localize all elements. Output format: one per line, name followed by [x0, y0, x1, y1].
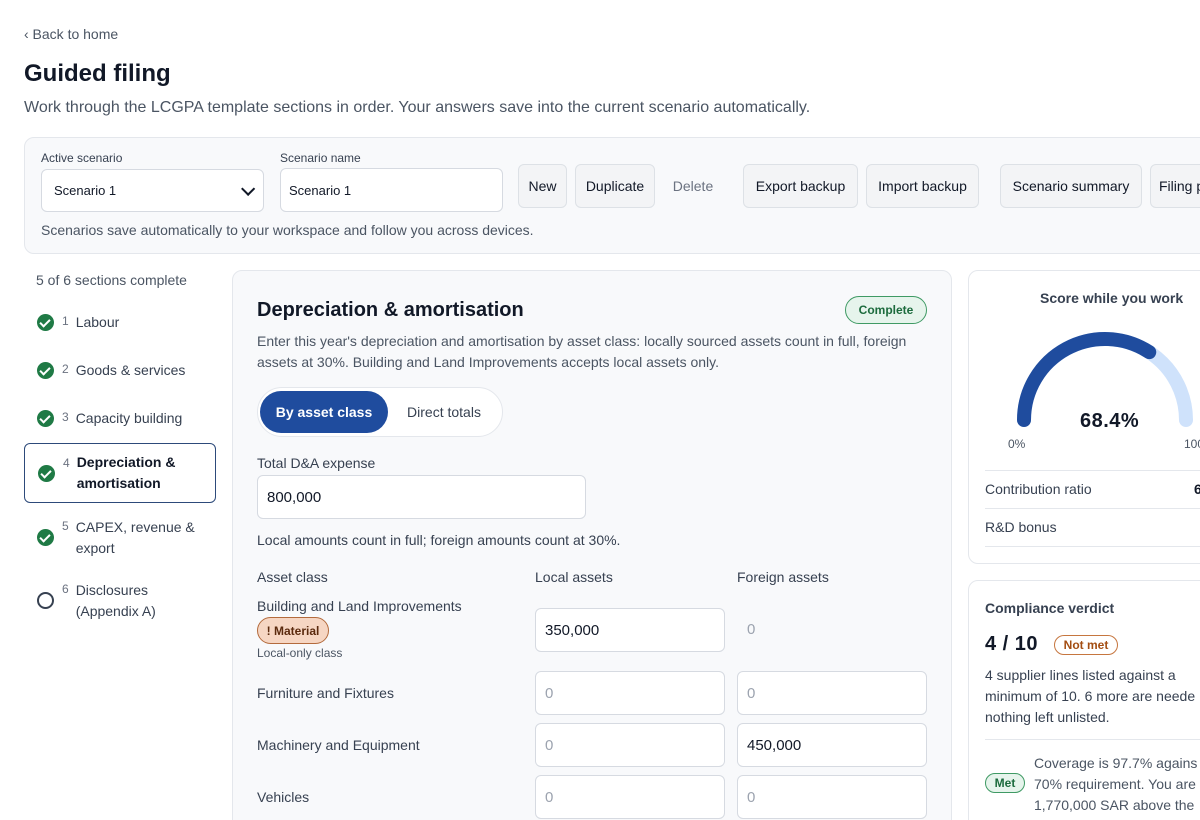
rule-note: Local amounts count in full; foreign amo… [257, 532, 621, 548]
vehicles-local-input[interactable]: 0 [535, 775, 725, 819]
sidebar-item-number: 3 [62, 410, 69, 424]
rd-bonus-label: R&D bonus [985, 519, 1057, 535]
sidebar-item-label: CAPEX, revenue & export [76, 517, 195, 559]
vehicles-foreign-input[interactable]: 0 [737, 775, 927, 819]
divider [985, 546, 1200, 547]
sidebar-item-label-line2: (Appendix A) [75, 603, 156, 619]
section-description: Enter this year's depreciation and amort… [257, 333, 907, 370]
active-scenario-label: Active scenario [41, 151, 123, 165]
sidebar-item-capex[interactable]: 5 CAPEX, revenue & export [24, 517, 216, 559]
mode-direct-totals[interactable]: Direct totals [392, 391, 496, 433]
delete-scenario-button[interactable]: Delete [663, 164, 723, 208]
asset-row-label: Building and Land Improvements [257, 598, 462, 614]
sidebar-item-number: 2 [62, 362, 69, 376]
sections-progress: 5 of 6 sections complete [36, 272, 187, 288]
sidebar-item-label-line2: amortisation [76, 475, 161, 491]
page-subtitle: Work through the LCGPA template sections… [24, 99, 811, 116]
contribution-ratio-label: Contribution ratio [985, 481, 1092, 497]
export-backup-button[interactable]: Export backup [743, 164, 858, 208]
column-foreign-assets: Foreign assets [737, 569, 829, 585]
not-met-badge: Not met [1054, 635, 1118, 655]
sidebar-item-number: 6 [62, 582, 69, 596]
gauge-track [1017, 332, 1193, 427]
check-circle-icon [37, 529, 54, 546]
scenario-autosave-note: Scenarios save automatically to your wor… [41, 222, 534, 238]
divider [985, 470, 1200, 471]
furniture-foreign-input[interactable]: 0 [737, 671, 927, 715]
verdict-text-line: 4 supplier lines listed against a [985, 667, 1176, 683]
filing-pack-button[interactable]: Filing p [1150, 164, 1200, 208]
asset-row-label: Vehicles [257, 789, 310, 805]
machinery-foreign-input[interactable]: 450,000 [737, 723, 927, 767]
building-local-input[interactable]: 350,000 [535, 608, 725, 652]
coverage-text: Coverage is 97.7% agains 70% requirement… [1034, 753, 1200, 816]
check-circle-icon [37, 410, 54, 427]
new-scenario-button[interactable]: New [518, 164, 567, 208]
empty-circle-icon [37, 592, 54, 609]
score-title: Score while you work [1040, 290, 1184, 306]
coverage-text-line: 70% requirement. You are [1034, 776, 1196, 792]
active-scenario-select[interactable]: Scenario 1 [41, 169, 264, 212]
scenario-name-input[interactable]: Scenario 1 [280, 168, 503, 212]
coverage-text-line: 1,770,000 SAR above the [1034, 797, 1195, 813]
status-badge: Complete [845, 296, 927, 324]
check-circle-icon [38, 464, 55, 482]
sidebar-item-label: Goods & services [75, 362, 186, 378]
verdict-title: Compliance verdict [985, 600, 1115, 616]
gauge-max-label: 100 [1184, 437, 1200, 451]
sidebar-item-capacity-building[interactable]: 3 Capacity building [24, 408, 216, 429]
sidebar-item-depreciation[interactable]: 4 Depreciation & amortisation [24, 443, 216, 503]
met-badge: Met [985, 773, 1025, 793]
sidebar-item-label: Labour [75, 314, 120, 330]
total-da-label: Total D&A expense [257, 455, 376, 471]
sidebar-item-label-line1: Depreciation & [76, 454, 176, 470]
section-title: Depreciation & amortisation [257, 299, 524, 321]
check-circle-icon [37, 314, 54, 331]
scenario-summary-button[interactable]: Scenario summary [1000, 164, 1142, 208]
local-only-note: Local-only class [257, 646, 343, 660]
sidebar-item-labour[interactable]: 1 Labour [24, 312, 216, 333]
coverage-text-line: Coverage is 97.7% agains [1034, 755, 1198, 771]
import-backup-button[interactable]: Import backup [866, 164, 979, 208]
gauge-min-label: 0% [1008, 437, 1026, 451]
column-asset-class: Asset class [257, 569, 328, 585]
machinery-local-input[interactable]: 0 [535, 723, 725, 767]
asset-row-label: Furniture and Fixtures [257, 685, 394, 701]
verdict-text: 4 supplier lines listed against a minimu… [985, 665, 1200, 728]
verdict-count: 4 / 10 [985, 633, 1039, 655]
sidebar-item-label: Disclosures (Appendix A) [76, 580, 156, 622]
active-scenario-value: Scenario 1 [54, 183, 117, 198]
total-da-input[interactable]: 800,000 [257, 475, 586, 519]
mode-by-asset-class[interactable]: By asset class [260, 391, 388, 433]
sidebar-item-label: Capacity building [75, 410, 183, 426]
building-foreign-value: 0 [747, 621, 756, 638]
verdict-text-line: nothing left unlisted. [985, 709, 1110, 725]
sidebar-item-goods-services[interactable]: 2 Goods & services [24, 360, 216, 381]
page-title: Guided filing [24, 60, 171, 87]
score-value: 68.4% [1080, 410, 1140, 432]
sidebar-item-disclosures[interactable]: 6 Disclosures (Appendix A) [24, 580, 216, 622]
furniture-local-input[interactable]: 0 [535, 671, 725, 715]
sidebar-item-number: 1 [62, 314, 69, 328]
asset-row-label: Machinery and Equipment [257, 737, 420, 753]
check-circle-icon [37, 362, 54, 379]
scenario-name-label: Scenario name [280, 151, 361, 165]
divider [985, 739, 1200, 740]
verdict-text-line: minimum of 10. 6 more are neede [985, 688, 1196, 704]
chevron-down-icon [241, 181, 256, 196]
contribution-ratio-value: 6 [1194, 481, 1200, 497]
divider [985, 508, 1200, 509]
material-badge: ! Material [257, 617, 329, 644]
back-to-home-link[interactable]: ‹ Back to home [24, 26, 118, 42]
sidebar-item-number: 5 [62, 519, 69, 533]
sidebar-item-label-line1: CAPEX, revenue & [75, 519, 195, 535]
column-local-assets: Local assets [535, 569, 613, 585]
gauge-fill [1017, 332, 1157, 427]
sidebar-item-label-line1: Disclosures [75, 582, 149, 598]
sidebar-item-label: Depreciation & amortisation [77, 452, 176, 494]
sidebar-item-label-line2: export [75, 540, 115, 556]
duplicate-scenario-button[interactable]: Duplicate [575, 164, 655, 208]
sidebar-item-number: 4 [63, 456, 70, 470]
